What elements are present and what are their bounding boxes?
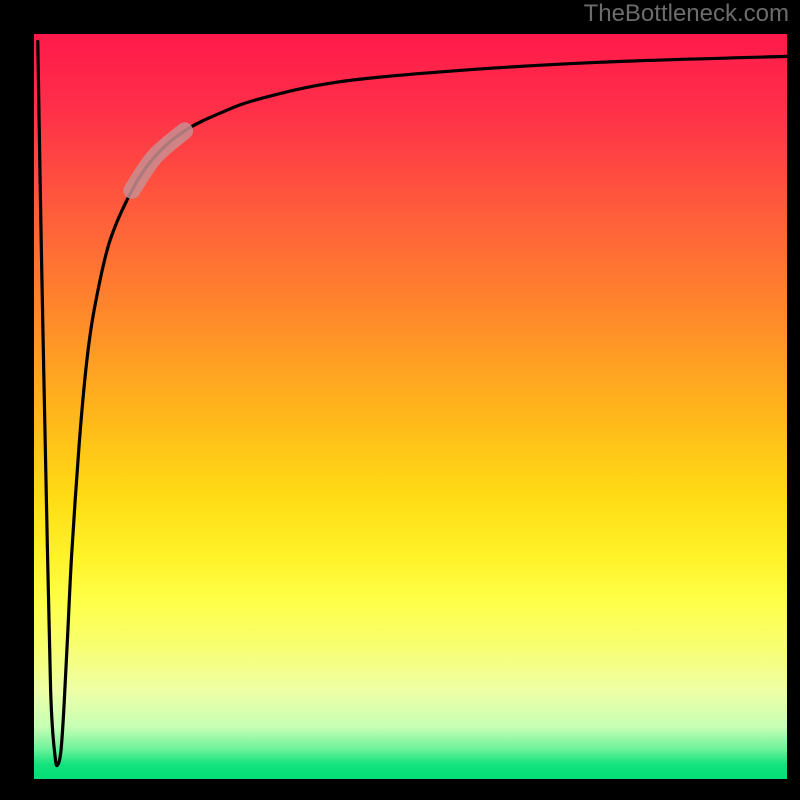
- plot-area: [34, 34, 787, 779]
- curve-layer: [34, 34, 787, 779]
- border-bottom: [0, 779, 800, 800]
- curve-highlight: [132, 131, 185, 191]
- border-right: [787, 0, 800, 800]
- chart-frame: TheBottleneck.com: [0, 0, 800, 800]
- border-top: [0, 0, 800, 34]
- border-left: [0, 0, 34, 800]
